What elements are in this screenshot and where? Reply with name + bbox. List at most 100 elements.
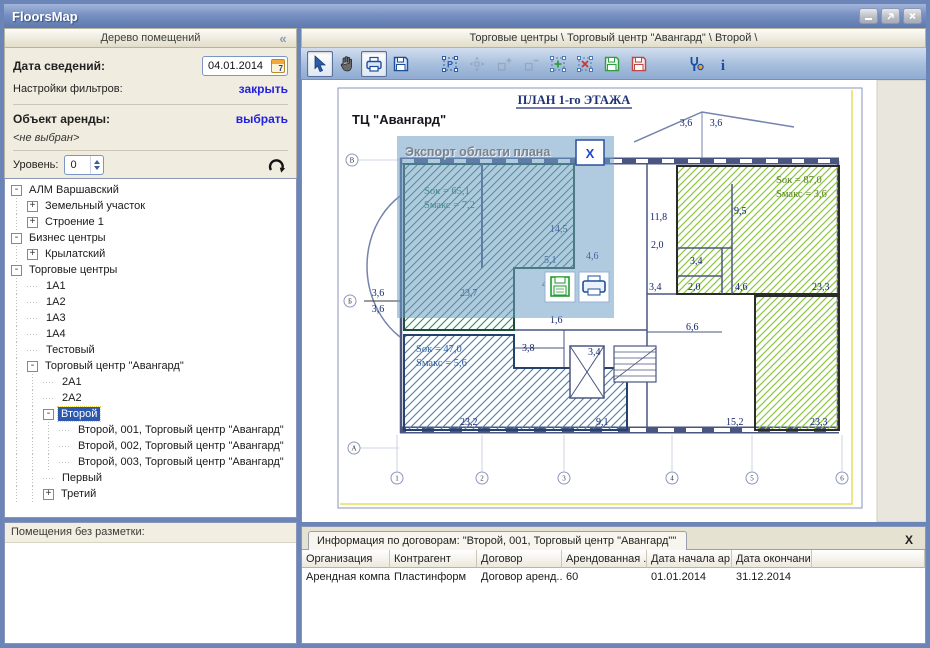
expander-plus-icon[interactable] — [27, 201, 38, 212]
lease-select-link[interactable]: выбрать — [236, 112, 288, 126]
print-icon — [364, 54, 384, 74]
filter-settings-label: Настройки фильтров: — [13, 83, 123, 95]
expander-plus-icon[interactable] — [27, 217, 38, 228]
tree-item[interactable]: Второй, 002, Торговый центр "Авангард" — [9, 438, 296, 454]
expander-minus-icon[interactable] — [11, 185, 22, 196]
cursor-arrow-button[interactable] — [307, 51, 333, 77]
svg-text:Sмакс = 3,6: Sмакс = 3,6 — [776, 189, 827, 200]
expander-plus-icon[interactable] — [43, 489, 54, 500]
tree-item[interactable]: Строение 1 — [9, 214, 296, 230]
tree-item[interactable]: 1А1 — [9, 278, 296, 294]
maximize-icon — [885, 11, 896, 21]
plan-viewport[interactable]: ПЛАН 1-го ЭТАЖА ТЦ "Авангард" — [301, 80, 926, 522]
collapse-pane-button[interactable]: « — [270, 31, 296, 46]
save-button[interactable] — [388, 51, 414, 77]
svg-text:Sмакс = 5,6: Sмакс = 5,6 — [416, 358, 467, 369]
shrink-plan-button[interactable] — [518, 51, 544, 77]
pan-hand-button[interactable] — [334, 51, 360, 77]
svg-text:9,1: 9,1 — [596, 417, 609, 428]
toolbar: P — [301, 48, 926, 80]
expander-plus-icon[interactable] — [27, 249, 38, 260]
select-plan-icon: P — [440, 54, 460, 74]
calendar-icon[interactable]: 7 — [271, 59, 285, 73]
tree-item[interactable]: Второй, 003, Торговый центр "Авангард" — [9, 454, 296, 470]
move-plan-icon — [467, 54, 487, 74]
svg-text:P: P — [447, 59, 453, 69]
export-close-button[interactable]: X — [576, 140, 604, 165]
svg-text:2,0: 2,0 — [688, 282, 701, 293]
column-header[interactable]: Дата окончани... — [732, 550, 812, 568]
delete-area-button[interactable] — [572, 51, 598, 77]
minimize-button[interactable] — [859, 8, 878, 24]
table-row[interactable]: Арендная компа... Пластинформ Договор ар… — [302, 568, 925, 586]
plan-right-margin — [877, 80, 926, 522]
svg-text:Sок = 47,0: Sок = 47,0 — [416, 344, 462, 355]
column-header[interactable]: Арендованная ... — [562, 550, 647, 568]
tree-item[interactable]: Бизнес центры — [9, 230, 296, 246]
expander-minus-icon[interactable] — [11, 233, 22, 244]
print-button[interactable] — [361, 51, 387, 77]
select-plan-button[interactable]: P — [437, 51, 463, 77]
column-header[interactable]: Контрагент — [390, 550, 477, 568]
spin-up-icon[interactable] — [94, 160, 100, 164]
tree-item[interactable]: 1А2 — [9, 294, 296, 310]
save-area-green-button[interactable] — [599, 51, 625, 77]
expander-minus-icon[interactable] — [11, 265, 22, 276]
svg-text:23,2: 23,2 — [460, 417, 478, 428]
expander-minus-icon[interactable] — [27, 361, 38, 372]
contracts-panel: Информация по договорам: "Второй, 001, Т… — [301, 526, 926, 644]
info-button[interactable]: i — [710, 51, 736, 77]
svg-text:3,6: 3,6 — [680, 118, 693, 129]
pan-hand-icon — [337, 54, 357, 74]
lease-object-value: <не выбран> — [13, 132, 79, 144]
tree-item[interactable]: 1А4 — [9, 326, 296, 342]
date-input[interactable]: 04.01.2014 7 — [202, 56, 288, 76]
expander-minus-icon[interactable] — [43, 409, 54, 420]
tree-item[interactable]: 2А2 — [9, 390, 296, 406]
move-plan-button[interactable] — [464, 51, 490, 77]
export-save-button[interactable] — [545, 272, 575, 302]
tree-item[interactable]: АЛМ Варшавский — [9, 182, 296, 198]
spin-down-icon[interactable] — [94, 166, 100, 170]
level-spinner[interactable]: 0 — [64, 155, 104, 175]
delete-area-icon — [575, 54, 595, 74]
save-area-red-button[interactable] — [626, 51, 652, 77]
svg-text:3,6: 3,6 — [372, 304, 385, 315]
contracts-tab[interactable]: Информация по договорам: "Второй, 001, Т… — [308, 531, 687, 550]
svg-text:Sок = 87,0: Sок = 87,0 — [776, 175, 822, 186]
column-header[interactable]: Дата начала ар... — [647, 550, 732, 568]
level-label: Уровень: — [13, 159, 58, 171]
export-close-icon: X — [586, 146, 595, 161]
svg-text:3,6: 3,6 — [372, 288, 385, 299]
tree-pane-header: Дерево помещений « — [4, 28, 297, 48]
add-area-button[interactable] — [545, 51, 571, 77]
unmarked-rooms-list[interactable] — [5, 543, 296, 643]
maximize-button[interactable] — [881, 8, 900, 24]
filter-close-link[interactable]: закрыть — [239, 82, 288, 96]
tree-item[interactable]: Земельный участок — [9, 198, 296, 214]
room-23[interactable] — [755, 296, 839, 430]
svg-text:2: 2 — [480, 475, 484, 483]
app-title: FloorsMap — [12, 9, 856, 24]
contracts-close-button[interactable]: X — [899, 533, 919, 549]
rooms-tree: АЛМ Варшавский Земельный участок Строени… — [4, 178, 297, 518]
enlarge-plan-button[interactable] — [491, 51, 517, 77]
tree-item[interactable]: Тестовый — [9, 342, 296, 358]
info-icon: i — [713, 54, 733, 74]
tree-item[interactable]: Торговый центр "Авангард" — [9, 358, 296, 374]
floor-plan: ПЛАН 1-го ЭТАЖА ТЦ "Авангард" — [302, 80, 926, 522]
settings-tools-button[interactable] — [683, 51, 709, 77]
tree-item[interactable]: 2А1 — [9, 374, 296, 390]
tree-item-selected[interactable]: Второй — [9, 406, 296, 422]
tree-item[interactable]: 1А3 — [9, 310, 296, 326]
export-print-button[interactable] — [579, 272, 609, 302]
column-header[interactable]: Организация — [302, 550, 390, 568]
tree-item[interactable]: Крылатский — [9, 246, 296, 262]
tree-item[interactable]: Третий — [9, 486, 296, 502]
close-button[interactable] — [903, 8, 922, 24]
tree-item[interactable]: Первый — [9, 470, 296, 486]
refresh-icon[interactable] — [266, 154, 288, 176]
column-header[interactable]: Договор — [477, 550, 562, 568]
tree-item[interactable]: Торговые центры — [9, 262, 296, 278]
tree-item[interactable]: Второй, 001, Торговый центр "Авангард" — [9, 422, 296, 438]
